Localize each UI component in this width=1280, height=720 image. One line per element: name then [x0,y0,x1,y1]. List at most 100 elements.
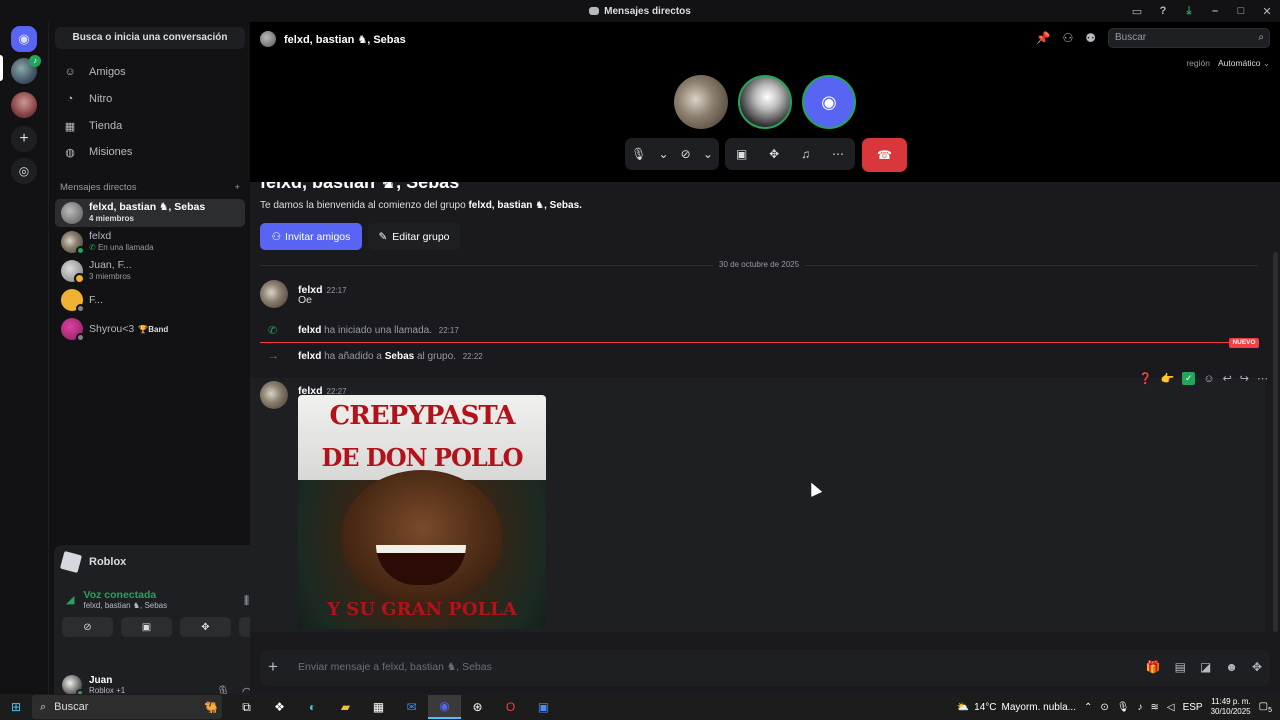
forward-icon[interactable]: ↪ [1240,372,1249,385]
message-image[interactable]: CREPYPASTA DE DON POLLO Y SU GRAN POLLA [298,395,546,629]
sticker-icon[interactable]: ◪ [1200,660,1211,674]
call-avatar-sebas[interactable]: ◉ [802,75,856,129]
noise-suppression-icon[interactable]: ⫼ [244,595,249,608]
call-avatar-bastian[interactable] [738,75,792,129]
message-composer[interactable]: + Enviar mensaje a felxd, bastian ♞, Seb… [260,650,1270,686]
activity-row[interactable]: Roblox [59,550,126,574]
add-reaction-icon[interactable]: ☺ [1203,373,1214,385]
more-options-button[interactable]: ⋯ [832,147,844,161]
reaction-question-icon[interactable]: ❓ [1139,372,1153,385]
edit-label: Editar grupo [392,230,450,243]
reply-icon[interactable]: ↩ [1223,372,1232,385]
message-avatar[interactable] [260,381,288,409]
tray-app-icon[interactable]: ⊙ [1100,702,1108,713]
taskbar-search[interactable]: ⌕ Buscar 🐫 [32,695,222,719]
home-button[interactable]: ◉ [11,26,37,52]
language-indicator[interactable]: ESP [1183,702,1203,713]
speaker-icon[interactable]: ◁ [1167,702,1175,713]
dm-item-group[interactable]: felxd, bastian ♞, Sebas 4 miembros [55,199,245,227]
nav-shop[interactable]: ▦ Tienda [55,114,245,138]
system-author[interactable]: felxd [298,351,321,362]
opera-icon[interactable]: O [494,695,527,719]
edge-icon[interactable]: ◐ [296,695,329,719]
apps-icon[interactable]: ✥ [1252,660,1262,674]
add-server-button[interactable]: + [11,126,37,152]
minimize-button[interactable]: – [1202,5,1228,17]
activities-button[interactable]: ✥ [180,617,231,637]
nav-quests[interactable]: ◍ Misiones [55,140,245,164]
nav-friends[interactable]: ☺ Amigos [55,60,245,84]
call-avatar-felxd[interactable] [674,75,728,129]
start-button[interactable]: ⊞ [0,700,32,714]
gift-icon[interactable]: 🎁 [1146,660,1161,674]
steam-icon[interactable]: ⊛ [461,695,494,719]
scrollbar[interactable] [1273,252,1278,632]
conversation-search[interactable]: Busca o inicia una conversación [55,27,245,49]
gif-icon[interactable]: ▤ [1175,660,1186,674]
server-avatar-1[interactable]: ♪ [11,55,41,84]
voice-status[interactable]: ◢ Voz conectada felxd, bastian ♞, Sebas [66,589,167,610]
voice-badge: ♪ [29,55,41,67]
status-dot [76,246,85,255]
call-tools: ▣ ✥ ♫ ⋯ [725,138,855,170]
roblox-taskbar-icon[interactable]: ▣ [527,695,560,719]
message-avatar[interactable] [260,280,288,308]
screen-share-button[interactable]: ▣ [121,617,172,637]
soundboard-button[interactable]: ♫ [801,147,810,161]
camera-off-button[interactable]: ⊘ [62,617,113,637]
system-target[interactable]: Sebas [385,351,414,362]
inbox-icon[interactable]: ▭ [1124,5,1150,18]
hang-up-button[interactable]: ☎ [862,138,907,172]
help-icon[interactable]: ? [1150,5,1176,17]
clock[interactable]: 11:49 p. m. 30/10/2025 [1211,697,1251,717]
task-view-icon[interactable]: ⧉ [230,695,263,719]
meme-text-1: CREPYPASTA [329,401,516,431]
dm-item-juan[interactable]: Juan, F... 3 miembros [55,257,245,285]
notifications-icon[interactable]: ▢5 [1259,701,1272,714]
members-icon[interactable]: ⚉ [1085,31,1096,45]
microphone-tray-icon[interactable]: 🎙 [1117,702,1130,713]
search-input[interactable]: Buscar ⌕ [1108,28,1270,48]
more-icon[interactable]: ⋯ [1257,372,1268,385]
microphone-button[interactable]: 🎙 [631,147,646,161]
store-icon[interactable]: ▦ [362,695,395,719]
weather-widget[interactable]: ⛅ 14°C Mayorm. nubla... [957,702,1076,713]
activities-button[interactable]: ✥ [769,147,779,161]
pin-icon[interactable]: 📌 [1036,31,1051,45]
nitro-icon: ◔ [66,93,74,105]
wifi-icon[interactable]: ≋ [1150,702,1158,713]
dm-item-shyrou[interactable]: Shyrou<3 🏆Band [55,315,245,343]
mail-icon[interactable]: ✉ [395,695,428,719]
dm-item-f[interactable]: F... [55,286,245,314]
system-author[interactable]: felxd [298,325,321,336]
user-panel[interactable]: Juan Roblox +1 [62,675,125,697]
discover-button[interactable]: ◎ [11,158,37,184]
dm-item-felxd[interactable]: felxd ✆ En una llamada [55,228,245,256]
file-explorer-icon[interactable]: ▰ [329,695,362,719]
region-selector[interactable]: región Automático ⌄ [1186,58,1270,69]
chevron-down-icon[interactable]: ⌄ [658,147,668,161]
new-dm-icon[interactable]: + [234,182,240,193]
camera-off-button[interactable]: ⊘ [681,147,691,161]
edit-group-button[interactable]: ✎ Editar grupo [368,223,460,250]
add-member-icon[interactable]: ⚇ [1062,31,1073,45]
invite-friends-button[interactable]: ⚇ Invitar amigos [260,223,362,250]
reaction-check-icon[interactable]: ✓ [1182,372,1196,385]
copilot-icon[interactable]: ❖ [263,695,296,719]
server-avatar-2[interactable] [11,92,37,118]
attach-plus-icon[interactable]: + [268,657,278,677]
maximize-button[interactable]: □ [1228,5,1254,17]
nav-label: Amigos [89,66,126,78]
close-button[interactable]: ✕ [1254,5,1280,18]
nav-nitro[interactable]: ◔ Nitro [55,87,245,111]
download-icon[interactable]: ⤓ [1176,5,1202,18]
emoji-icon[interactable]: ☻ [1225,660,1238,674]
discord-logo-icon: ◉ [821,91,837,112]
discord-taskbar-icon[interactable]: ◉ [428,695,461,719]
reaction-point-icon[interactable]: 👉 [1161,372,1175,385]
welcome-group: felxd, bastian ♞, Sebas. [468,200,582,211]
chevron-down-icon[interactable]: ⌄ [703,147,713,161]
volume-icon[interactable]: ♪ [1137,702,1142,713]
screen-share-button[interactable]: ▣ [736,147,747,161]
chevron-up-icon[interactable]: ⌃ [1084,702,1092,713]
